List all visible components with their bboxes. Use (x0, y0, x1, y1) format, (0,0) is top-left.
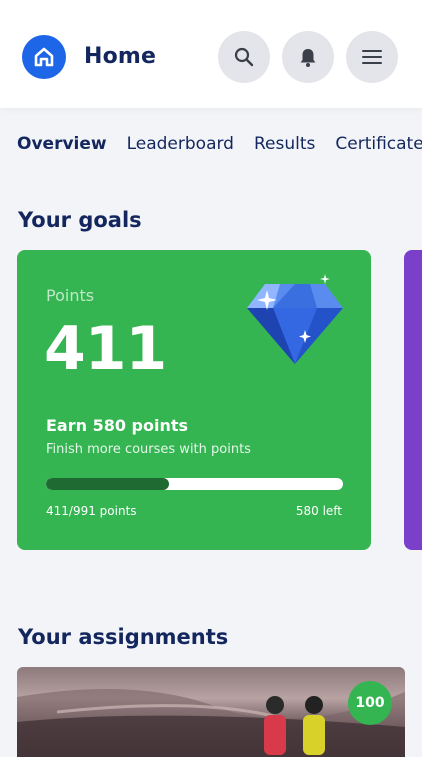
next-goal-card[interactable] (404, 250, 422, 550)
bell-icon (300, 49, 316, 67)
notifications-button[interactable] (282, 31, 334, 83)
tab-leaderboard[interactable]: Leaderboard (127, 134, 234, 154)
points-value: 411 (44, 314, 167, 384)
tab-bar: Overview Leaderboard Results Certificates (17, 134, 422, 154)
menu-button[interactable] (346, 31, 398, 83)
assignments-section-title: Your assignments (18, 625, 229, 649)
search-icon (234, 47, 254, 67)
points-progress-bar (46, 478, 343, 490)
menu-icon (362, 50, 382, 64)
app-header: Home (0, 0, 422, 108)
search-button[interactable] (218, 31, 270, 83)
earn-points-title: Earn 580 points (46, 416, 189, 435)
points-label: Points (46, 286, 95, 305)
tab-overview[interactable]: Overview (17, 134, 107, 154)
points-progress-fill (46, 478, 170, 490)
tab-results[interactable]: Results (254, 134, 315, 154)
points-goal-card[interactable]: Points 411 Earn 580 points Finish more c… (17, 250, 371, 550)
goals-section-title: Your goals (18, 208, 142, 232)
cyclists-image (17, 689, 405, 757)
home-logo-icon[interactable] (22, 35, 66, 79)
earn-points-subtitle: Finish more courses with points (46, 442, 251, 457)
progress-text: 411/991 points (46, 504, 137, 518)
page-title: Home (84, 44, 157, 69)
points-badge: 100 (348, 681, 392, 725)
tab-certificates[interactable]: Certificates (335, 134, 422, 154)
remaining-text: 580 left (295, 504, 342, 518)
assignment-card-image[interactable] (17, 667, 405, 757)
diamond-icon (247, 274, 343, 364)
